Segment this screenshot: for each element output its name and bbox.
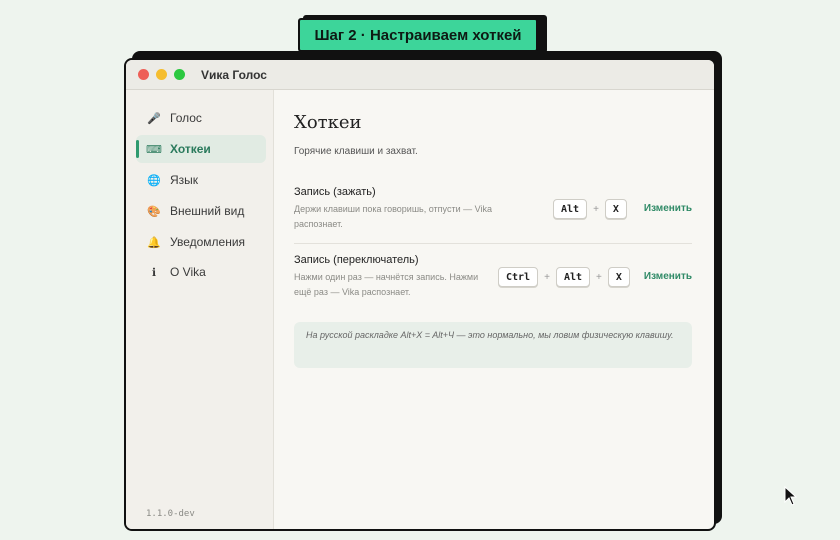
hotkey-keys[interactable]: Alt + X — [553, 199, 627, 219]
sidebar-item-label: Голос — [170, 111, 202, 125]
layout-note: На русской раскладке Alt+X = Alt+Ч — это… — [294, 322, 692, 368]
titlebar: Vика Голос — [126, 60, 714, 90]
key-cap: X — [607, 267, 630, 287]
key-cap: Alt — [555, 267, 590, 287]
plus-sign: + — [544, 271, 550, 283]
hotkey-title: Запись (зажать) — [294, 186, 376, 198]
sidebar-item-notifications[interactable]: 🔔 Уведомления — [136, 228, 266, 256]
maximize-window-button[interactable] — [174, 69, 185, 80]
close-window-button[interactable] — [138, 69, 149, 80]
key-cap: Ctrl — [498, 267, 539, 287]
sidebar-item-voice[interactable]: 🎤 Голос — [136, 104, 266, 132]
palette-icon: 🎨 — [147, 205, 161, 218]
hotkey-row-toggle: Запись (переключатель) Нажми один раз — … — [294, 254, 692, 300]
key-cap: Alt — [553, 199, 588, 219]
sidebar-item-about[interactable]: ℹ О Vika — [136, 258, 266, 286]
page-subtitle: Горячие клавиши и захват. — [294, 146, 418, 157]
sidebar-item-label: Уведомления — [170, 235, 246, 249]
hotkey-description: Нажми один раз — начнётся запись. Нажми … — [294, 272, 479, 297]
step-label: Шаг 2 · Настраиваем хоткей — [298, 18, 538, 52]
hotkey-title: Запись (переключатель) — [294, 254, 419, 266]
microphone-icon: 🎤 — [147, 112, 161, 125]
sidebar-item-label: Язык — [170, 173, 199, 187]
info-icon: ℹ — [151, 266, 157, 279]
sidebar-item-language[interactable]: 🌐 Язык — [136, 166, 266, 194]
change-hotkey-button[interactable]: Изменить — [644, 271, 692, 282]
window-title: Vика Голос — [201, 67, 267, 82]
hotkey-row-hold: Запись (зажать) Держи клавиши пока говор… — [294, 186, 692, 232]
version-label: 1.1.0-dev — [146, 509, 195, 519]
mouse-cursor-icon — [784, 486, 798, 506]
hotkey-keys[interactable]: Ctrl + Alt + X — [498, 267, 630, 287]
key-cap: X — [604, 199, 627, 219]
sidebar-item-hotkeys[interactable]: ⌨ Хоткеи — [136, 135, 266, 163]
divider — [294, 243, 692, 244]
bell-icon: 🔔 — [147, 236, 161, 249]
globe-icon: 🌐 — [147, 174, 161, 187]
sidebar: 🎤 Голос ⌨ Хоткеи 🌐 Язык 🎨 Внешний вид 🔔 … — [126, 90, 274, 529]
minimize-window-button[interactable] — [156, 69, 167, 80]
plus-sign: + — [596, 271, 602, 283]
app-window: Vика Голос 🎤 Голос ⌨ Хоткеи 🌐 Язык 🎨 Вне… — [124, 58, 716, 531]
plus-sign: + — [593, 203, 599, 215]
sidebar-item-label: Хоткеи — [170, 142, 211, 156]
hotkey-description: Держи клавиши пока говоришь, отпусти — V… — [294, 204, 492, 229]
main-content: Хоткеи Горячие клавиши и захват. Запись … — [294, 90, 692, 529]
sidebar-item-appearance[interactable]: 🎨 Внешний вид — [136, 197, 266, 225]
sidebar-item-label: О Vika — [170, 265, 206, 279]
page-title: Хоткеи — [294, 112, 362, 133]
keyboard-icon: ⌨ — [146, 143, 162, 156]
sidebar-item-label: Внешний вид — [170, 204, 245, 218]
change-hotkey-button[interactable]: Изменить — [644, 203, 692, 214]
